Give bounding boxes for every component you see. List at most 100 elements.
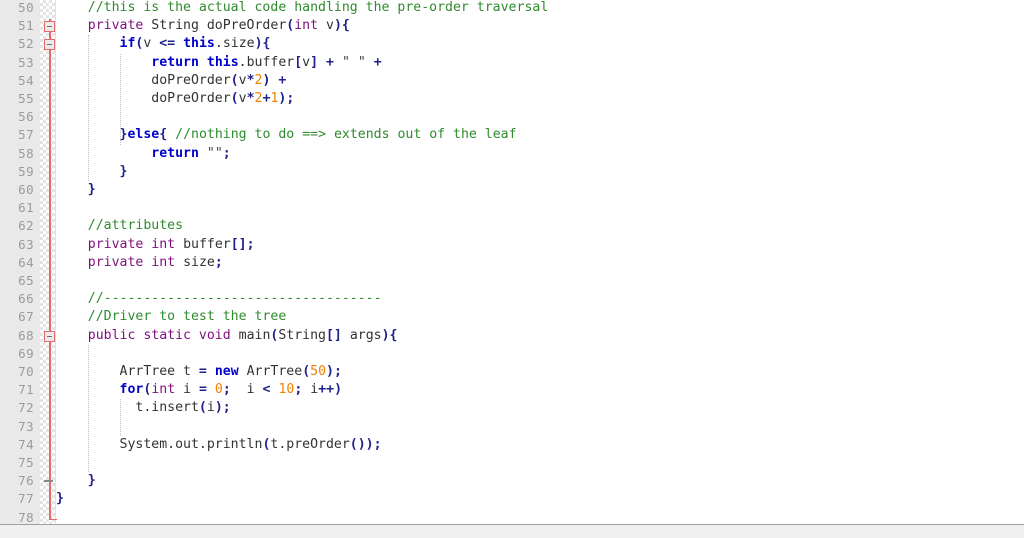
code-line[interactable]: ArrTree t = new ArrTree(50); — [56, 363, 342, 381]
line-number: 50 — [18, 0, 34, 15]
code-token-punc: ); — [278, 91, 295, 106]
indent-guide — [87, 344, 90, 473]
code-token-id — [199, 55, 207, 70]
line-number: 73 — [18, 418, 34, 434]
line-number: 64 — [18, 254, 34, 270]
code-token-id — [56, 309, 88, 324]
code-token-num: 10 — [278, 382, 295, 398]
fold-collapse-icon[interactable] — [44, 330, 55, 342]
code-line[interactable]: doPreOrder(v*2) + — [56, 72, 286, 90]
code-token-id — [56, 237, 88, 252]
code-token-cmt: //----------------------------------- — [87, 291, 382, 307]
code-token-punc: ); — [326, 364, 342, 379]
line-number: 54 — [18, 72, 34, 88]
code-line[interactable]: }else{ //nothing to do ==> extends out o… — [56, 126, 517, 144]
indent-guide — [119, 399, 122, 436]
code-token-cmt: //Driver to test the tree — [87, 309, 287, 325]
code-token-kw: private — [87, 18, 144, 34]
code-token-kwb: return — [151, 54, 199, 70]
fold-collapse-icon[interactable] — [44, 39, 55, 51]
code-line[interactable]: } — [56, 472, 96, 490]
code-token-kwb: this — [206, 54, 239, 70]
code-token-punc: { — [159, 127, 168, 143]
line-number: 66 — [18, 291, 34, 307]
code-token-punc: ); — [214, 400, 231, 416]
code-token-id — [56, 55, 151, 70]
code-token-id: String doPreOrder — [143, 18, 287, 34]
code-token-punc: } — [87, 182, 96, 197]
code-token-punc: [] — [325, 327, 342, 343]
code-token-punc: ; — [222, 382, 231, 398]
code-token-id: t.insert — [56, 400, 199, 416]
line-number: 65 — [18, 273, 34, 288]
code-token-punc: ++) — [318, 382, 343, 398]
code-token-punc: } — [119, 163, 128, 179]
gutter-divider — [55, 0, 56, 524]
scope-indicator-foot — [49, 518, 57, 521]
line-number: 74 — [18, 436, 34, 452]
code-line[interactable]: t.insert(i); — [56, 399, 231, 417]
code-token-id: t.preOrder — [270, 436, 350, 452]
code-token-id — [318, 55, 326, 70]
code-token-kwb: if — [119, 36, 136, 52]
code-token-punc: ){ — [381, 327, 398, 343]
code-token-id: .buffer — [238, 54, 295, 70]
line-number: 75 — [18, 455, 34, 470]
code-token-cmt: //attributes — [87, 218, 184, 234]
fold-end-icon[interactable] — [44, 480, 53, 482]
code-token-punc: ] — [310, 54, 319, 70]
line-number: 60 — [18, 182, 34, 197]
code-token-punc: < — [262, 382, 271, 398]
code-token-punc: } — [56, 491, 64, 507]
code-token-punc: } — [87, 473, 96, 489]
code-line[interactable]: } — [56, 181, 96, 199]
code-token-id: .size — [214, 36, 255, 52]
code-text-area[interactable]: //this is the actual code handling the p… — [56, 0, 1024, 524]
code-token-kwb: else — [127, 127, 160, 143]
code-token-kw: int — [151, 382, 176, 398]
code-line[interactable]: for(int i = 0; i < 10; i++) — [56, 381, 342, 399]
code-line[interactable]: private String doPreOrder(int v){ — [56, 17, 350, 35]
code-line[interactable]: return this.buffer[v] + " " + — [56, 54, 381, 72]
code-editor[interactable]: 50 51 52 53 54 55 56 57 58 59 60 61 62 63 64 65 66 67 68 69… — [0, 0, 1024, 538]
code-token-punc: ()); — [349, 436, 382, 452]
code-token-punc: + — [326, 54, 334, 70]
code-folding-column[interactable] — [40, 0, 56, 524]
code-token-kwb: for — [119, 382, 144, 398]
code-line[interactable]: //Driver to test the tree — [56, 308, 287, 326]
code-line[interactable]: System.out.println(t.preOrder()); — [56, 436, 382, 454]
code-token-id: i — [206, 400, 215, 416]
code-token-punc: ( — [230, 91, 239, 106]
code-token-punc: ){ — [254, 36, 271, 52]
code-line[interactable]: private int buffer[]; — [56, 236, 255, 254]
code-line[interactable]: public static void main(String[] args){ — [56, 327, 398, 345]
code-token-id: v — [318, 18, 334, 34]
code-line[interactable]: } — [56, 163, 128, 181]
code-token-id — [56, 291, 88, 306]
line-number-gutter[interactable]: 50 51 52 53 54 55 56 57 58 59 60 61 62 63 64 65 66 67 68 69… — [0, 0, 40, 525]
code-token-id — [366, 55, 374, 70]
code-token-kw: int — [151, 254, 176, 270]
code-token-id — [56, 18, 88, 33]
line-number: 69 — [18, 345, 34, 361]
code-token-id — [56, 328, 88, 343]
code-line[interactable]: //----------------------------------- — [56, 290, 382, 308]
code-token-punc: ; — [222, 145, 231, 161]
code-token-op: <= — [159, 36, 176, 52]
code-line[interactable]: doPreOrder(v*2+1); — [56, 90, 294, 108]
code-token-id: String — [278, 327, 326, 343]
code-line[interactable]: //this is the actual code handling the p… — [56, 0, 549, 17]
code-token-punc: []; — [230, 236, 255, 252]
fold-collapse-icon[interactable] — [44, 21, 55, 33]
code-token-punc: = — [198, 382, 207, 398]
code-token-id: v — [143, 36, 160, 52]
code-line[interactable]: } — [56, 490, 64, 508]
code-token-punc: * — [246, 91, 255, 106]
code-token-cmt: //nothing to do ==> extends out of the l… — [175, 127, 517, 143]
code-token-punc: [ — [294, 54, 303, 70]
code-token-id — [207, 382, 215, 397]
code-line[interactable]: private int size; — [56, 254, 223, 272]
code-line[interactable]: //attributes — [56, 217, 183, 235]
code-line[interactable]: return ""; — [56, 145, 231, 163]
code-token-id: main — [230, 327, 271, 343]
